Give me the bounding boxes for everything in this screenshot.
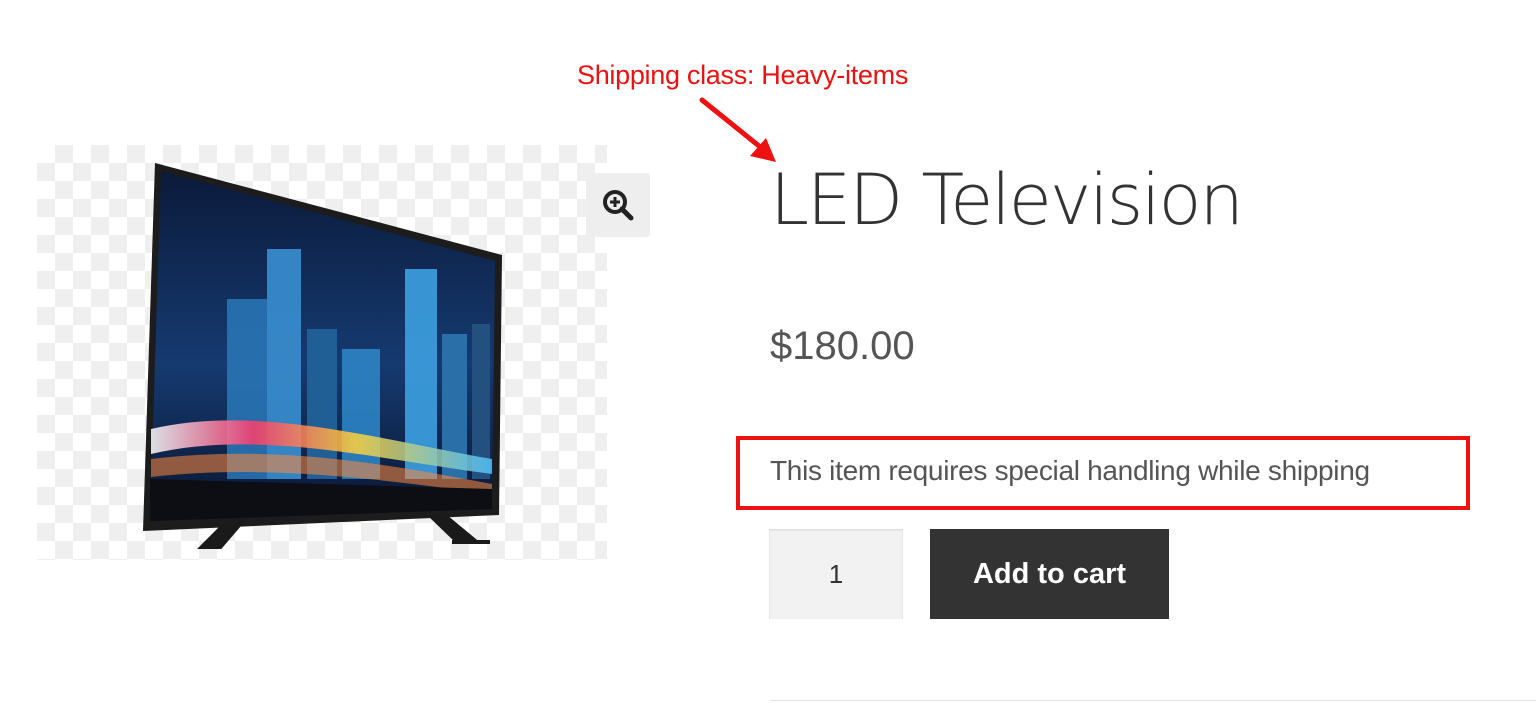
shipping-notice: This item requires special handling whil…: [770, 455, 1370, 486]
divider: [770, 700, 1536, 701]
product-image[interactable]: [137, 159, 517, 549]
product-title: LED Television: [770, 159, 1244, 241]
zoom-button[interactable]: [586, 173, 650, 237]
add-to-cart-button[interactable]: Add to cart: [930, 529, 1169, 619]
annotation-label: Shipping class: Heavy-items: [577, 60, 909, 90]
quantity-input[interactable]: [769, 529, 903, 619]
product-price: $180.00: [770, 324, 915, 368]
zoom-in-icon: [603, 190, 634, 221]
product-gallery: [37, 145, 607, 560]
product-page: Shipping class: Heavy-items LED Televisi…: [0, 0, 1536, 715]
